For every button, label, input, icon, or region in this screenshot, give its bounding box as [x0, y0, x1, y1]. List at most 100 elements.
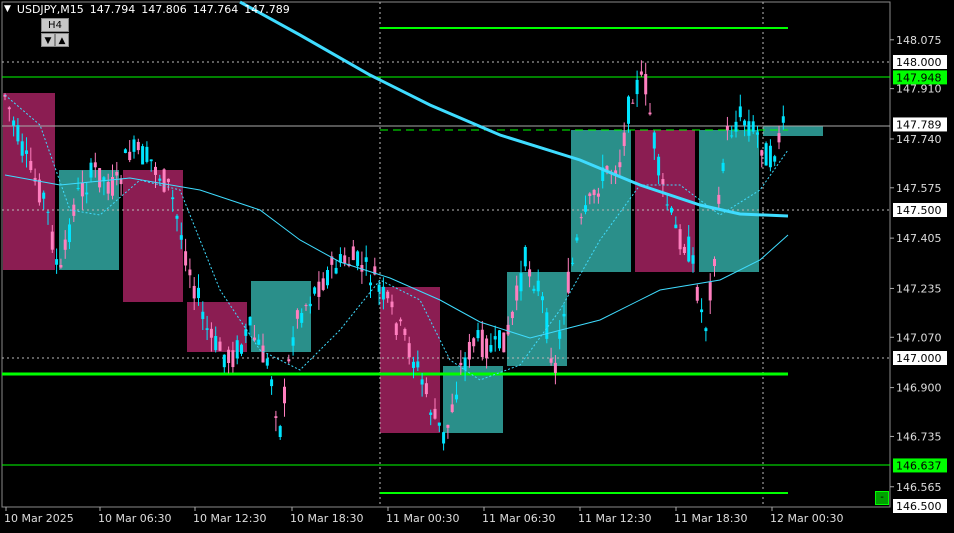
timeframe-label[interactable]: H4: [41, 18, 69, 32]
candle-body-112: [485, 338, 489, 359]
candle-body-174: [751, 121, 755, 132]
candle-body-119: [515, 285, 519, 301]
candle-body-159: [687, 236, 691, 262]
candle-body-109: [472, 338, 476, 347]
candle-body-169: [730, 135, 734, 137]
candle-body-108: [467, 341, 471, 360]
chart-canvas[interactable]: 148.075 147.910 147.740 147.575 147.405 147.2…: [0, 0, 954, 530]
candle-body-110: [476, 330, 480, 339]
candle-body-3: [16, 125, 20, 142]
candle-body-44: [192, 285, 196, 299]
timeframe-up-icon[interactable]: ▲: [55, 33, 69, 47]
candle-body-111: [480, 329, 484, 358]
candle-body-115: [498, 330, 501, 349]
candle-body-2: [12, 120, 16, 126]
candle-body-9: [42, 192, 46, 199]
price-tick-label-8: 146.735: [896, 430, 942, 443]
time-tick-label-8: 12 Mar 00:30: [770, 512, 843, 525]
candle-body-48: [209, 328, 213, 338]
candle-body-64: [278, 426, 282, 438]
candle-body-88: [381, 286, 385, 300]
candle-body-136: [588, 193, 592, 197]
candle-body-50: [218, 341, 222, 351]
candle-body-145: [627, 96, 630, 124]
candle-body-6: [29, 160, 33, 171]
candle-body-11: [50, 231, 54, 250]
candle-body-8: [37, 179, 41, 203]
collapse-arrow-icon[interactable]: ▼: [4, 4, 11, 16]
candle-body-116: [502, 332, 506, 353]
candle-body-177: [764, 143, 768, 166]
candle-body-157: [678, 229, 682, 250]
candle-body-98: [424, 383, 428, 395]
candle-body-90: [390, 301, 394, 308]
price-tag-2: 147.789: [896, 118, 942, 131]
candle-body-113: [489, 345, 493, 352]
candle-body-26: [115, 171, 119, 176]
high-price: 147.806: [141, 3, 187, 16]
timeframe-down-icon[interactable]: ▼: [41, 33, 55, 47]
candle-body-75: [326, 270, 329, 286]
candle-body-165: [713, 258, 716, 267]
candle-body-20: [89, 162, 93, 178]
candle-body-161: [695, 286, 699, 301]
candle-body-12: [55, 259, 59, 265]
candle-body-134: [579, 217, 583, 219]
h4-box-1: [59, 170, 119, 270]
price-tick-label-7: 146.900: [896, 382, 942, 395]
candle-body-33: [145, 146, 149, 162]
candle-body-173: [747, 121, 751, 136]
candle-body-163: [704, 328, 708, 332]
candle-body-37: [162, 169, 166, 192]
candle-body-54: [235, 340, 239, 359]
candle-body-32: [141, 146, 145, 165]
candle-body-106: [459, 362, 463, 366]
time-tick-label-3: 10 Mar 18:30: [290, 512, 363, 525]
price-tick-label-6: 147.070: [896, 331, 942, 344]
candle-body-176: [760, 150, 764, 156]
candle-body-45: [197, 287, 200, 299]
price-tick-label-4: 147.405: [896, 232, 942, 245]
price-tick-label-0: 148.075: [896, 34, 942, 47]
candle-body-147: [635, 79, 639, 95]
candle-body-114: [493, 336, 497, 340]
price-chart[interactable]: 148.075 147.910 147.740 147.575 147.405 147.2…: [0, 0, 954, 530]
close-price: 147.789: [244, 3, 290, 16]
price-tag-1: 147.948: [896, 71, 942, 84]
low-price: 147.764: [192, 3, 239, 16]
candle-body-105: [455, 394, 458, 400]
candle-body-125: [541, 296, 544, 301]
candle-body-156: [674, 224, 678, 229]
candle-body-180: [777, 133, 781, 143]
h4-box-8: [571, 130, 631, 272]
candle-body-84: [364, 257, 368, 262]
candle-body-49: [214, 336, 218, 351]
price-tag-4: 147.000: [896, 352, 942, 365]
price-tick-label-1: 147.910: [896, 83, 942, 96]
candle-body-13: [59, 265, 63, 268]
candle-body-73: [317, 281, 321, 297]
candle-body-43: [188, 269, 192, 276]
candle-body-149: [644, 74, 648, 95]
chart-header: ▼ USDJPY,M15 147.794 147.806 147.764 147…: [4, 3, 290, 16]
candle-body-101: [437, 422, 441, 426]
candle-body-47: [205, 328, 209, 330]
candle-body-63: [274, 416, 278, 418]
candle-body-102: [442, 432, 446, 444]
candle-body-62: [270, 379, 274, 387]
candle-body-135: [584, 205, 587, 212]
candle-body-4: [20, 141, 24, 156]
candle-body-22: [98, 168, 102, 188]
candle-body-92: [399, 319, 403, 322]
candle-body-167: [721, 162, 725, 172]
minimize-button[interactable]: -: [875, 491, 889, 505]
candle-body-152: [657, 156, 661, 176]
candle-body-166: [717, 194, 721, 204]
price-tag-6: 146.500: [896, 500, 942, 513]
candle-body-158: [682, 246, 686, 254]
candle-body-30: [132, 139, 136, 152]
candle-body-154: [665, 204, 669, 206]
candle-body-41: [179, 235, 183, 240]
candle-body-53: [231, 350, 235, 368]
candle-body-131: [566, 271, 570, 293]
